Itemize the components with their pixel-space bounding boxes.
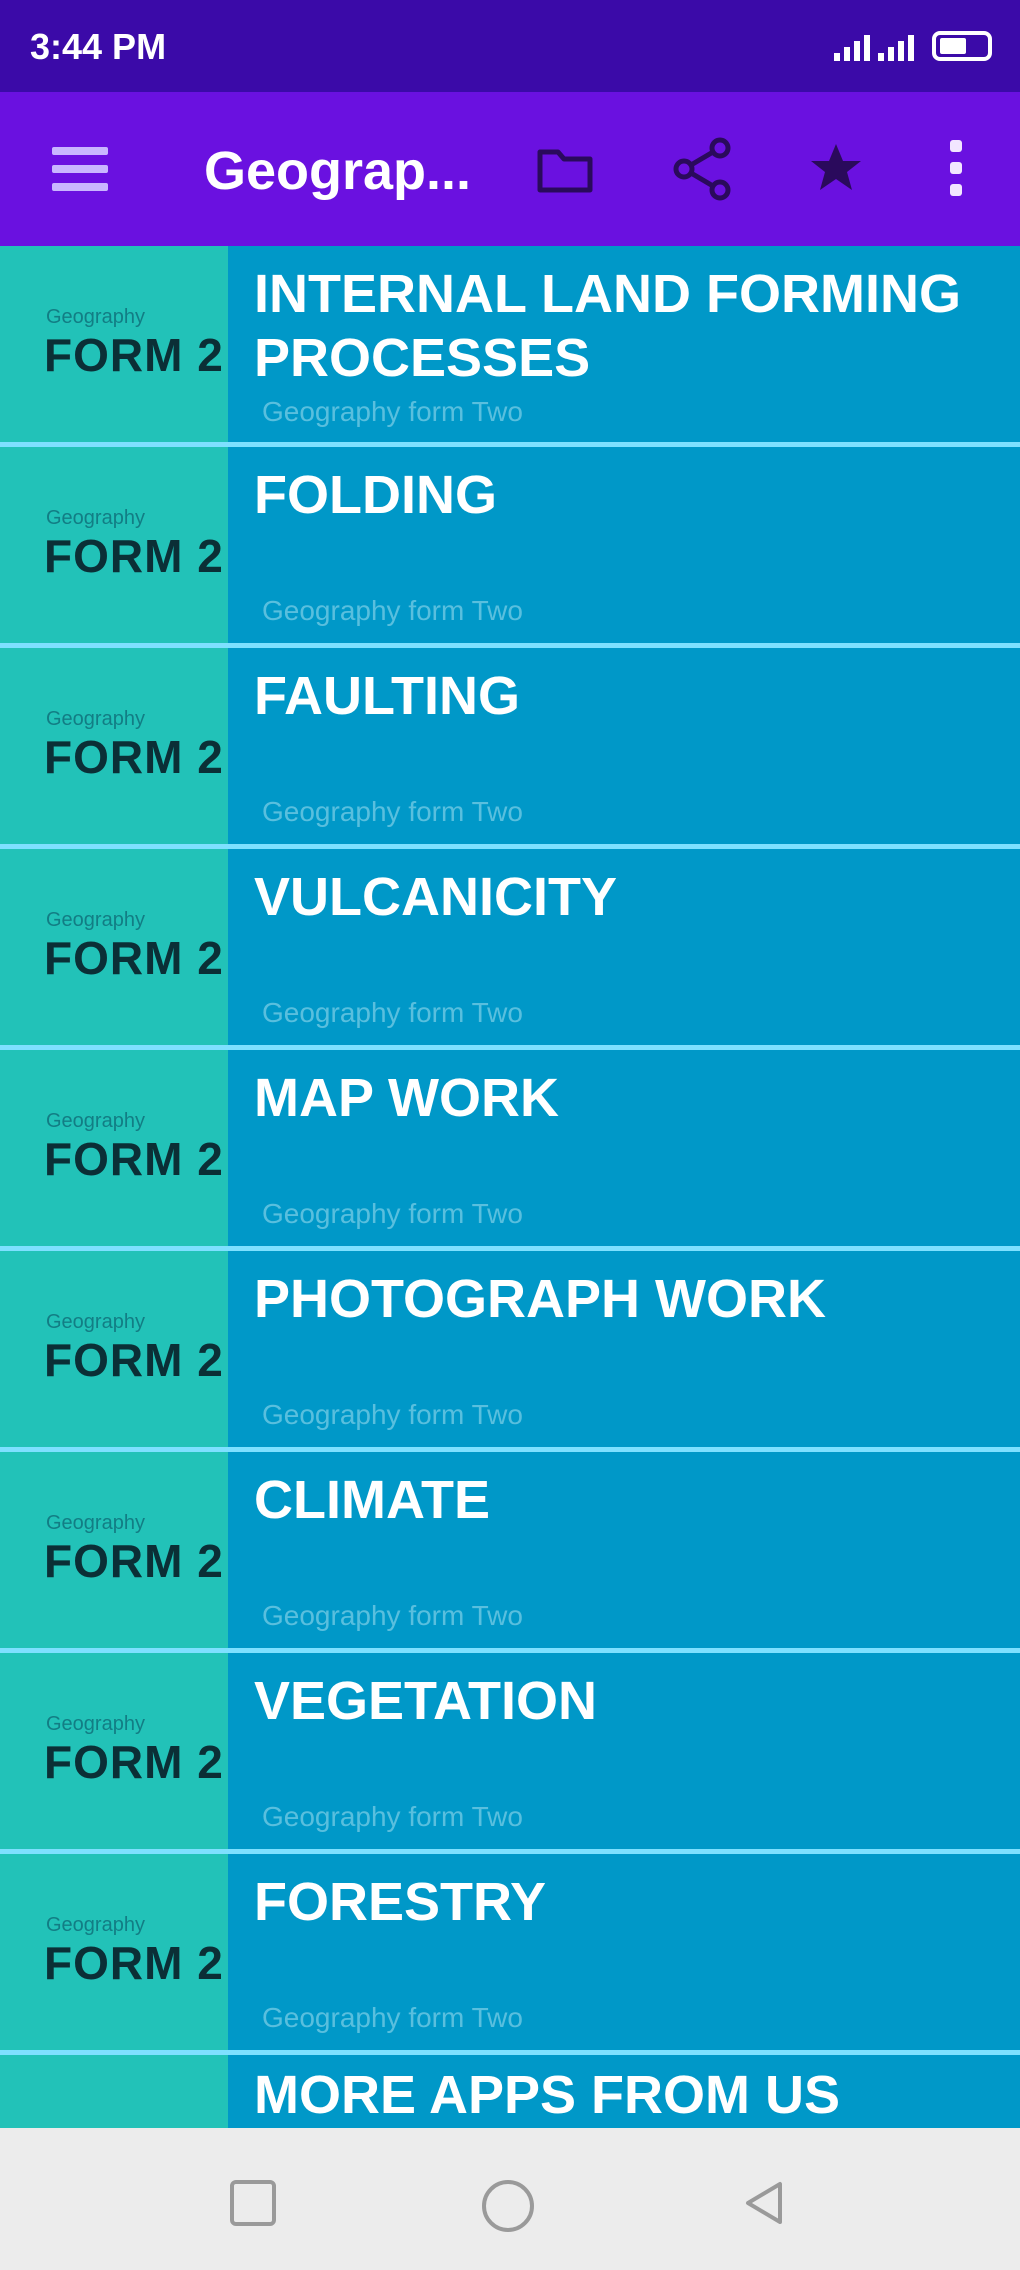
- menu-icon[interactable]: [52, 147, 108, 191]
- list-item-thumbnail: Geography FORM 2: [0, 246, 228, 442]
- thumb-label: FORM 2: [44, 1736, 224, 1788]
- thumb-caption: Geography: [46, 1311, 145, 1333]
- list-item-subtitle: Geography form Two: [262, 796, 523, 827]
- list-item-subtitle: Geography form Two: [262, 1198, 523, 1229]
- folder-icon[interactable]: [536, 144, 594, 194]
- star-icon[interactable]: [806, 138, 866, 198]
- list-item-thumbnail: Geography FORM 2: [0, 648, 228, 844]
- recents-square-icon[interactable]: [228, 2178, 278, 2228]
- list-item-subtitle: Geography form Two: [262, 595, 523, 626]
- status-icons: [834, 24, 992, 68]
- signal-icon-2: [878, 31, 914, 61]
- share-icon[interactable]: [672, 136, 734, 202]
- thumb-label: FORM 2: [44, 1937, 224, 1989]
- list-item-subtitle: Geography form Two: [262, 2002, 523, 2033]
- thumb-caption: Geography: [46, 909, 145, 931]
- list-item[interactable]: Geography FORM 2 VEGETATION Geography fo…: [0, 1653, 1020, 1849]
- list-item-title: FORESTRY: [254, 1872, 547, 1932]
- thumb-label: FORM 2: [44, 329, 224, 381]
- list-item[interactable]: Geography FORM 2 VULCANICITY Geography f…: [0, 849, 1020, 1045]
- list-item-thumbnail: Geography FORM 2: [0, 849, 228, 1045]
- list-item-thumbnail: Geography FORM 2: [0, 447, 228, 643]
- more-vert-icon[interactable]: [946, 138, 966, 198]
- thumb-label: FORM 2: [44, 1133, 224, 1185]
- back-triangle-icon[interactable]: [740, 2178, 790, 2228]
- home-circle-icon[interactable]: [480, 2178, 536, 2234]
- list-item-title: CLIMATE: [254, 1470, 490, 1530]
- list-item[interactable]: Geography FORM 2 INTERNAL LAND FORMING P…: [0, 246, 1020, 442]
- thumb-label: FORM 2: [44, 731, 224, 783]
- list-item-thumbnail: Geography FORM 2: [0, 1251, 228, 1447]
- list-item-thumbnail: [0, 2055, 228, 2128]
- list-item-subtitle: Geography form Two: [262, 1399, 523, 1430]
- list-item-thumbnail: Geography FORM 2: [0, 1050, 228, 1246]
- list-item-subtitle: Geography form Two: [262, 1801, 523, 1832]
- list-item-subtitle: Geography form Two: [262, 1600, 523, 1631]
- list-item-title: VULCANICITY: [254, 867, 617, 927]
- thumb-label: FORM 2: [44, 530, 224, 582]
- thumb-caption: Geography: [46, 507, 145, 529]
- battery-icon: [932, 31, 992, 61]
- list-item-thumbnail: Geography FORM 2: [0, 1854, 228, 2050]
- list-item-title: MAP WORK: [254, 1068, 559, 1128]
- list-item-title: PHOTOGRAPH WORK: [254, 1269, 827, 1329]
- thumb-caption: Geography: [46, 1110, 145, 1132]
- list-item[interactable]: Geography FORM 2 MAP WORK Geography form…: [0, 1050, 1020, 1246]
- list-item-title: VEGETATION: [254, 1671, 598, 1731]
- thumb-caption: Geography: [46, 1914, 145, 1936]
- list-item-thumbnail: Geography FORM 2: [0, 1452, 228, 1648]
- thumb-caption: Geography: [46, 1512, 145, 1534]
- list-item[interactable]: Geography FORM 2 FORESTRY Geography form…: [0, 1854, 1020, 2050]
- signal-icon: [834, 31, 870, 61]
- thumb-caption: Geography: [46, 708, 145, 730]
- list-item-subtitle: Geography form Two: [262, 396, 523, 427]
- list-item-thumbnail: Geography FORM 2: [0, 1653, 228, 1849]
- topic-list: Geography FORM 2 INTERNAL LAND FORMING P…: [0, 246, 1020, 2128]
- list-item-title: FOLDING: [254, 465, 497, 525]
- list-item-title: MORE APPS FROM US: [254, 2065, 841, 2125]
- thumb-label: FORM 2: [44, 932, 224, 984]
- toolbar-title: Geograp...: [204, 141, 472, 201]
- list-item[interactable]: Geography FORM 2 PHOTOGRAPH WORK Geograp…: [0, 1251, 1020, 1447]
- list-item-more-apps[interactable]: MORE APPS FROM US: [0, 2055, 1020, 2128]
- list-item[interactable]: Geography FORM 2 FOLDING Geography form …: [0, 447, 1020, 643]
- status-bar: 3:44 PM: [0, 0, 1020, 92]
- list-item-subtitle: Geography form Two: [262, 997, 523, 1028]
- thumb-label: FORM 2: [44, 1535, 224, 1587]
- thumb-label: FORM 2: [44, 1334, 224, 1386]
- thumb-caption: Geography: [46, 1713, 145, 1735]
- list-item[interactable]: Geography FORM 2 FAULTING Geography form…: [0, 648, 1020, 844]
- status-time: 3:44 PM: [30, 26, 167, 67]
- list-item-title: INTERNAL LAND FORMING PROCESSES: [254, 264, 961, 388]
- list-item[interactable]: Geography FORM 2 CLIMATE Geography form …: [0, 1452, 1020, 1648]
- app-toolbar: Geograp...: [0, 92, 1020, 246]
- system-nav-bar: [0, 2128, 1020, 2270]
- list-item-title: FAULTING: [254, 666, 520, 726]
- thumb-caption: Geography: [46, 306, 145, 328]
